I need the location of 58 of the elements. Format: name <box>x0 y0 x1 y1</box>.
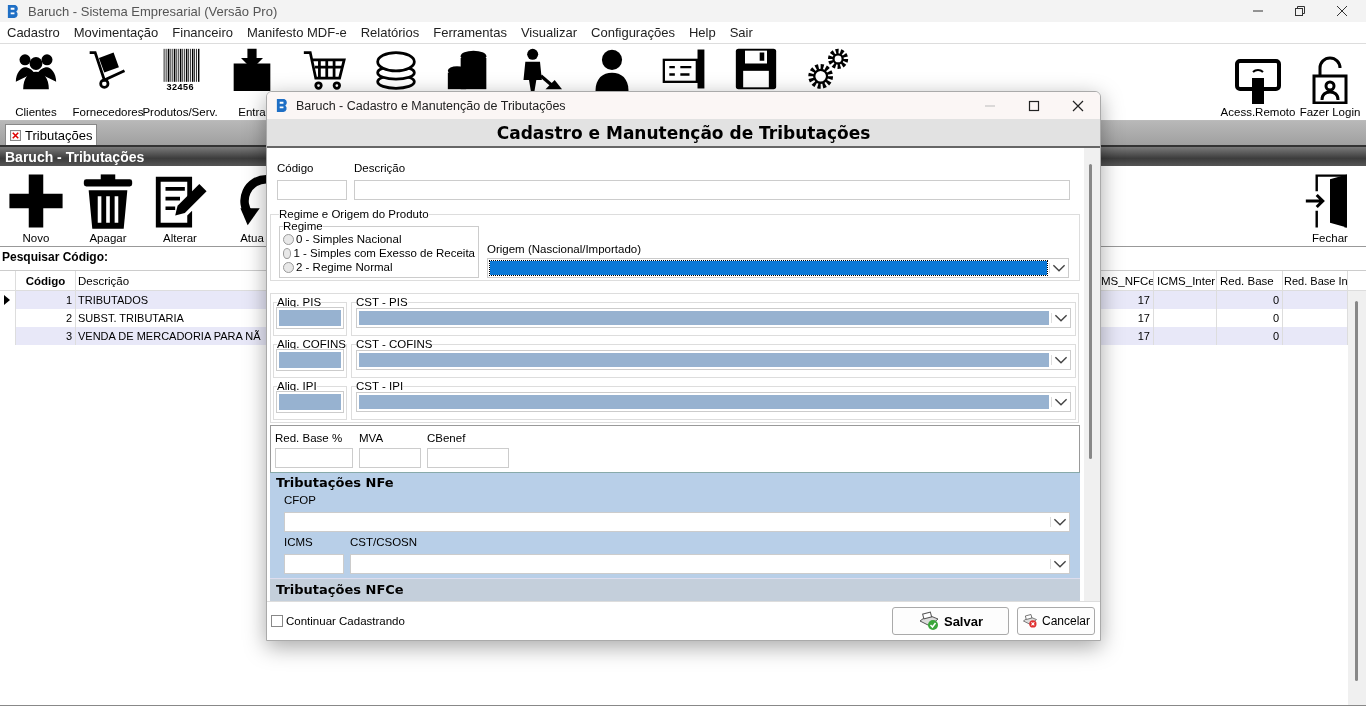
section-title: Tributações NFe <box>275 475 395 490</box>
group-title: Regime e Origem do Produto <box>279 208 429 220</box>
table-cell: 3 <box>16 327 76 345</box>
field-label: Origem (Nascional/Importado) <box>487 243 643 255</box>
toolbar-label[interactable]: Fechar <box>1312 232 1348 244</box>
toolbar-label[interactable]: Novo <box>22 232 50 244</box>
table-cell: 0 <box>1217 291 1283 309</box>
menu-item[interactable]: Help <box>688 25 716 40</box>
column-header[interactable]: Red. Base <box>1217 271 1283 290</box>
group-title: CST - PIS <box>356 296 408 308</box>
dialog-heading: Cadastro e Manutenção de Tributações <box>496 122 871 143</box>
menu-item[interactable]: Ferramentas <box>433 25 507 40</box>
toolbar-label[interactable]: Acess.Remoto <box>1220 106 1296 118</box>
menu-item[interactable]: Financeiro <box>172 25 233 40</box>
dialog-button[interactable]: Cancelar <box>1017 607 1095 635</box>
menu-item[interactable]: Relatórios <box>360 25 420 40</box>
field-label: Descrição <box>354 162 407 174</box>
table-cell: 1 <box>16 291 76 309</box>
toolbar-label[interactable]: Fazer Login <box>1299 106 1361 118</box>
radio-option[interactable]: 2 - Regime Normal <box>283 260 475 274</box>
radio-option[interactable]: 1 - Simples com Exesso de Receita <box>283 246 475 260</box>
menu-item[interactable]: Movimentação <box>73 25 159 40</box>
group-title: Aliq. IPI <box>277 380 317 392</box>
field-label: MVA <box>359 432 385 444</box>
field-label: Red. Base % <box>275 432 344 444</box>
dialog-title: Baruch - Cadastro e Manutenção de Tributações <box>296 98 566 113</box>
field-label: CFOP <box>284 494 317 506</box>
toolbar-label[interactable]: Entra <box>238 106 266 118</box>
section-title: Tributações NFCe <box>275 582 404 597</box>
field-label: CST/CSOSN <box>350 536 419 548</box>
toolbar-label[interactable]: Apagar <box>89 232 127 244</box>
group-title: CST - IPI <box>356 380 404 392</box>
column-header[interactable]: Red. Base In <box>1283 271 1348 290</box>
search-label: Pesquisar Código: <box>2 250 108 264</box>
toolbar-label[interactable]: Atua <box>240 232 264 244</box>
column-header[interactable]: Código <box>16 271 76 290</box>
tab[interactable]: Tributações <box>5 124 98 145</box>
group-title: Regime <box>283 220 323 232</box>
menu-item[interactable]: Manifesto MDF-e <box>247 25 347 40</box>
radio-option[interactable]: 0 - Simples Nacional <box>283 232 475 246</box>
field-label: CBenef <box>427 432 467 444</box>
group-title: Aliq. PIS <box>277 296 322 308</box>
field-label: ICMS <box>284 536 314 548</box>
checkbox-option[interactable]: Continuar Cadastrando <box>271 615 405 627</box>
dialog-button[interactable]: Salvar <box>892 607 1009 635</box>
panel-title: Baruch - Tributações <box>5 148 145 165</box>
toolbar-label[interactable]: Fornecedores <box>72 106 144 118</box>
toolbar-label[interactable]: Alterar <box>163 232 197 244</box>
toolbar-label[interactable]: Clientes <box>15 106 57 118</box>
table-cell: 0 <box>1217 327 1283 345</box>
menu-item[interactable]: Configurações <box>591 25 675 40</box>
toolbar-label[interactable]: Produtos/Serv. <box>142 106 218 118</box>
menu-item[interactable]: Sair <box>729 25 753 40</box>
window-title: Baruch - Sistema Empresarial (Versão Pro) <box>28 3 278 19</box>
menu-item[interactable]: Visualizar <box>520 25 578 40</box>
menu-item[interactable]: Cadastro <box>7 25 60 40</box>
field-label: Código <box>277 162 315 174</box>
column-header[interactable]: ICMS_Inter <box>1154 271 1217 290</box>
